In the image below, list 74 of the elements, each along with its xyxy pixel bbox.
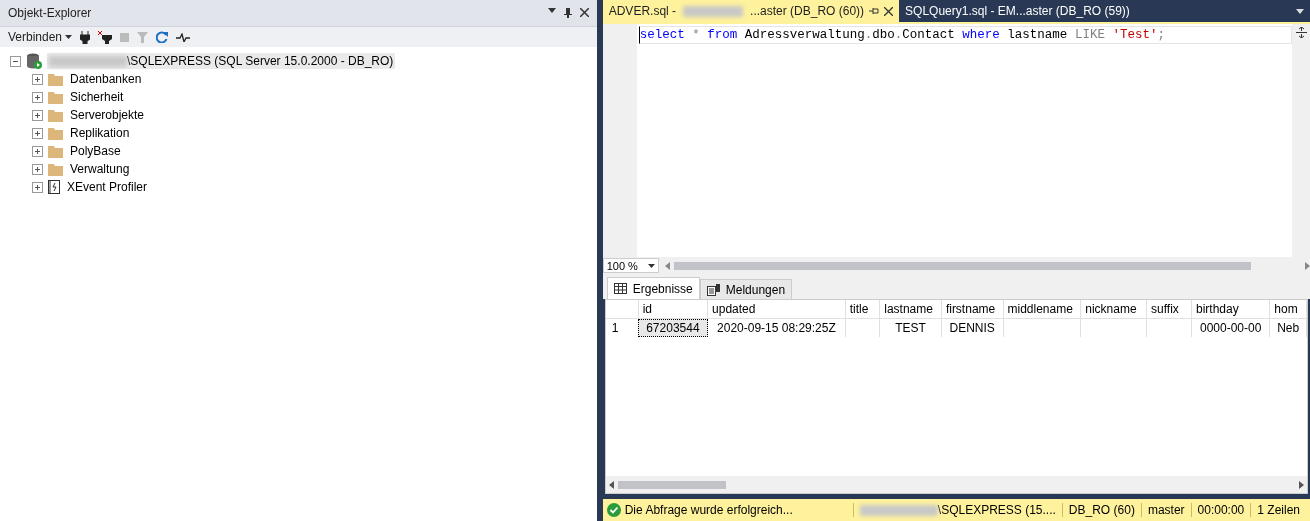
- plug-icon[interactable]: [80, 30, 91, 44]
- expand-icon[interactable]: [32, 73, 43, 85]
- caret-icon: [65, 35, 73, 39]
- activity-icon[interactable]: [176, 32, 191, 42]
- document-icon: [706, 283, 720, 296]
- dropdown-icon[interactable]: [1296, 8, 1304, 14]
- status-time: 00:00:00: [1190, 503, 1251, 517]
- result-tab[interactable]: Meldungen: [699, 279, 793, 299]
- scroll-right-icon[interactable]: [1305, 261, 1310, 270]
- folder-icon: [48, 162, 63, 176]
- success-icon: [606, 503, 621, 517]
- horizontal-scrollbar[interactable]: [605, 476, 1307, 493]
- split-icon[interactable]: [1295, 27, 1307, 38]
- zoom-dropdown[interactable]: 100 %: [602, 258, 659, 273]
- tree-item[interactable]: Verwaltung: [68, 161, 132, 177]
- column-header: title: [845, 300, 880, 319]
- table-cell: Neb: [1269, 318, 1307, 337]
- connect-button[interactable]: Verbinden: [8, 30, 73, 44]
- scroll-right-icon[interactable]: [1299, 481, 1304, 489]
- expand-icon[interactable]: [32, 145, 43, 157]
- panel-title: Objekt-Explorer: [8, 6, 92, 20]
- column-header: lastname: [879, 300, 942, 319]
- column-header: updated: [707, 300, 846, 319]
- column-header: firstname: [941, 300, 1003, 319]
- tree-item[interactable]: Replikation: [68, 125, 132, 141]
- table-cell: TEST: [879, 318, 942, 337]
- tree-item[interactable]: \SQLEXPRESS (SQL Server 15.0.2000 - DB_RO): [47, 53, 396, 69]
- close-icon[interactable]: [579, 8, 589, 17]
- folder-icon: [48, 72, 63, 86]
- column-header: nickname: [1080, 300, 1147, 319]
- horizontal-scrollbar[interactable]: [664, 259, 1310, 272]
- status-database: master: [1140, 503, 1191, 517]
- profiler-icon: [48, 180, 60, 194]
- refresh-icon[interactable]: [156, 31, 169, 43]
- status-message: Die Abfrage wurde erfolgreich...: [624, 503, 793, 517]
- expand-icon[interactable]: [32, 127, 43, 139]
- folder-icon: [48, 126, 63, 140]
- status-server: \SQLEXPRESS (15....: [852, 503, 1062, 517]
- column-header: suffix: [1146, 300, 1192, 319]
- tree-item[interactable]: Datenbanken: [68, 71, 144, 87]
- caret-icon: [647, 263, 655, 268]
- vertical-scrollbar[interactable]: [1292, 24, 1310, 257]
- status-rows: 1 Zeilen: [1250, 503, 1306, 517]
- tree-item[interactable]: PolyBase: [68, 143, 123, 159]
- pin-icon[interactable]: [563, 8, 572, 18]
- close-icon[interactable]: [884, 6, 894, 16]
- tree-item[interactable]: Sicherheit: [68, 89, 126, 105]
- dropdown-icon[interactable]: [547, 8, 556, 13]
- folder-icon: [48, 144, 63, 158]
- tree-item[interactable]: Serverobjekte: [68, 107, 147, 123]
- status-login: DB_RO (60): [1061, 503, 1141, 517]
- column-header: middlename: [1003, 300, 1081, 319]
- table-cell: DENNIS: [941, 318, 1003, 337]
- folder-icon: [48, 108, 63, 122]
- scroll-left-icon[interactable]: [608, 481, 614, 489]
- disconnect-plug-icon[interactable]: [98, 30, 113, 44]
- collapse-icon[interactable]: [10, 55, 21, 67]
- grid-icon: [613, 283, 627, 294]
- scroll-left-icon[interactable]: [664, 261, 670, 270]
- expand-icon[interactable]: [32, 181, 43, 193]
- table-cell: 2020-09-15 08:29:25Z: [707, 318, 846, 337]
- pin-icon[interactable]: [869, 7, 880, 15]
- table-cell: 0000-00-00: [1191, 318, 1270, 337]
- column-header: birthday: [1191, 300, 1270, 319]
- folder-icon: [48, 90, 63, 104]
- expand-icon[interactable]: [32, 163, 43, 175]
- database-server-icon: [26, 53, 42, 69]
- column-header: hom: [1269, 300, 1307, 319]
- expand-icon[interactable]: [32, 109, 43, 121]
- editor-tab[interactable]: ADVER.sql - ...aster (DB_RO (60)): [602, 0, 900, 22]
- column-header: id: [638, 300, 708, 319]
- expand-icon[interactable]: [32, 91, 43, 103]
- tree-item[interactable]: XEvent Profiler: [65, 179, 150, 195]
- result-tab[interactable]: Ergebnisse: [606, 277, 700, 299]
